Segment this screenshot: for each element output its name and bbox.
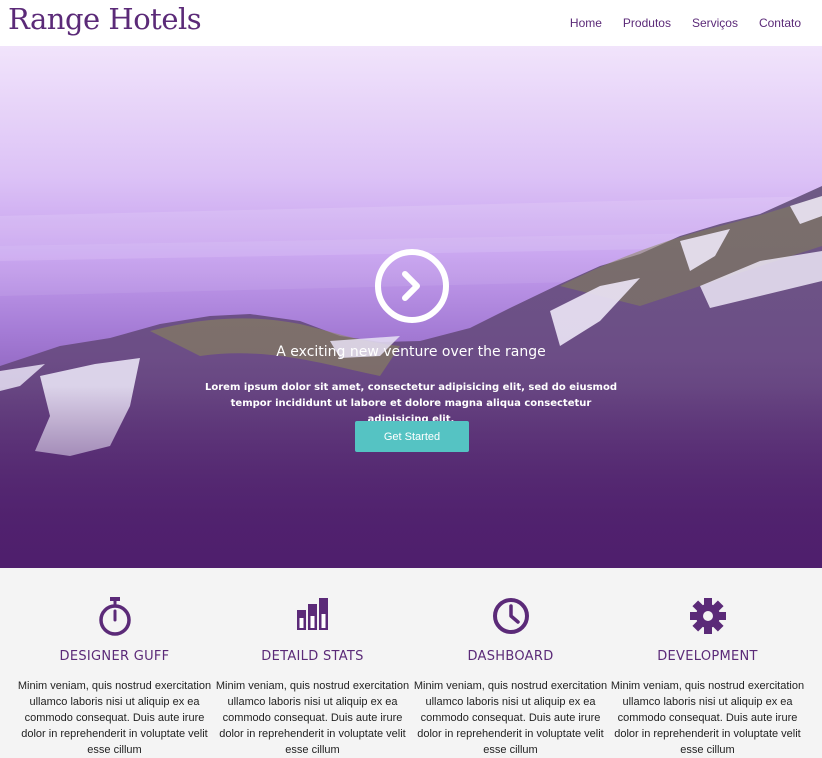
feature-text: Minim veniam, quis nostrud exercitation … [17, 680, 212, 756]
feature-text: Minim veniam, quis nostrud exercitation … [413, 680, 608, 756]
feature-title: DETAILD STATS [261, 649, 364, 664]
main-nav: Home Produtos Serviços Contato [570, 0, 822, 46]
nav-produtos[interactable]: Produtos [623, 16, 671, 30]
nav-home[interactable]: Home [570, 16, 602, 30]
hero-banner: A exciting new venture over the range Lo… [0, 46, 822, 568]
nav-contato[interactable]: Contato [759, 16, 801, 30]
get-started-button[interactable]: Get Started [355, 421, 469, 452]
feature-text: Minim veniam, quis nostrud exercitation … [215, 680, 410, 756]
feature-title: DESIGNER GUFF [59, 649, 170, 664]
logo[interactable]: Range Hotels [8, 2, 202, 36]
feature-title: DEVELOPMENT [657, 649, 758, 664]
stopwatch-icon [16, 596, 213, 638]
clock-icon [412, 596, 609, 638]
hero-title: A exciting new venture over the range [276, 344, 546, 360]
features-section: DESIGNER GUFF Minim veniam, quis nostrud… [0, 568, 822, 758]
chevron-right-icon [402, 271, 420, 301]
gear-icon [609, 596, 806, 638]
bar-chart-icon [214, 596, 411, 638]
site-header: Range Hotels Home Produtos Serviços Cont… [0, 0, 822, 46]
feature-title: DASHBOARD [467, 649, 554, 664]
arrow-right-circle-icon[interactable] [375, 249, 449, 323]
nav-servicos[interactable]: Serviços [692, 16, 738, 30]
feature-text: Minim veniam, quis nostrud exercitation … [610, 680, 805, 756]
